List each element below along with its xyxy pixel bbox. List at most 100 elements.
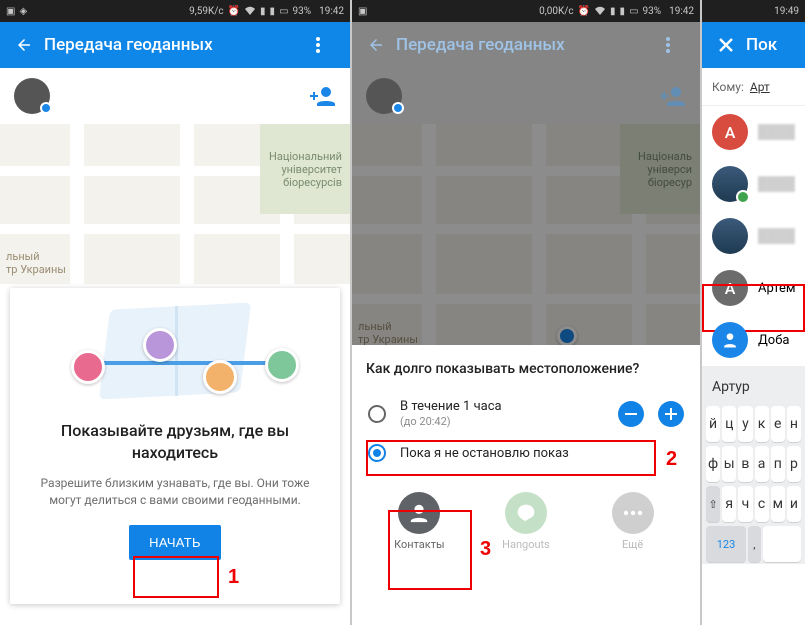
annotation-number: 2 xyxy=(666,448,677,471)
to-label: Кому: xyxy=(712,80,744,94)
screen-2: ▣ 0,00K/c ⏰ ▮ ▮ ▭ 93% 19:42 Передача гео… xyxy=(352,0,702,625)
status-time: 19:49 xyxy=(774,6,799,17)
keyboard-suggestion[interactable]: Артур xyxy=(702,370,805,404)
screen-1: ▣ ◈ 9,59K/c ⏰ ▮ ▮ ▭ 93% 19:42 Передача г… xyxy=(0,0,352,625)
notification-icon: ▣ xyxy=(358,6,367,17)
map[interactable]: Національ універси біоресур льный тр Укр… xyxy=(352,124,700,354)
battery-percent: 93% xyxy=(293,6,312,17)
signal-icon: ▮ xyxy=(260,6,266,17)
annotation-box xyxy=(133,556,219,598)
option-sublabel: (до 20:42) xyxy=(400,415,604,428)
signal-icon: ▮ xyxy=(270,6,276,17)
recipient-field[interactable]: Кому: Арт xyxy=(702,68,805,106)
add-contact-icon xyxy=(712,322,748,358)
decrease-button[interactable] xyxy=(618,401,644,427)
overflow-menu-icon[interactable] xyxy=(316,37,340,53)
key[interactable]: н xyxy=(787,406,801,442)
back-button[interactable] xyxy=(362,31,390,59)
key[interactable]: ч xyxy=(738,486,752,522)
app-bar: Пок xyxy=(702,22,805,68)
annotation-box xyxy=(366,440,656,476)
app-bar: Передача геоданных xyxy=(352,22,700,68)
battery-percent: 93% xyxy=(643,6,662,17)
key[interactable]: в xyxy=(738,446,752,482)
contact-item[interactable]: ████ xyxy=(702,158,805,210)
annotation-number: 1 xyxy=(228,566,239,589)
add-person-icon[interactable] xyxy=(310,86,336,106)
radio-unselected-icon[interactable] xyxy=(368,405,386,423)
status-time: 19:42 xyxy=(669,6,694,17)
share-label: Hangouts xyxy=(502,538,550,551)
network-speed: 9,59K/c xyxy=(189,6,223,17)
alarm-icon: ⏰ xyxy=(578,6,590,17)
key[interactable]: ф xyxy=(706,446,720,482)
battery-icon: ▭ xyxy=(629,6,638,17)
add-person-icon[interactable] xyxy=(660,86,686,106)
contact-avatar xyxy=(712,218,748,254)
back-button[interactable] xyxy=(10,31,38,59)
status-time: 19:42 xyxy=(319,6,344,17)
share-more[interactable]: Ещё xyxy=(593,492,673,551)
location-pin-icon xyxy=(557,326,577,346)
key[interactable]: е xyxy=(771,406,785,442)
page-title: Передача геоданных xyxy=(44,35,316,55)
map-label: Національний університет біоресурсів xyxy=(269,150,342,190)
signal-icon: ▮ xyxy=(610,6,616,17)
start-button[interactable]: НАЧАТЬ xyxy=(129,525,221,560)
sheet-title: Как долго показывать местоположение? xyxy=(366,361,686,377)
contact-name: ████ xyxy=(758,176,795,192)
contact-name: ████ xyxy=(758,228,795,244)
contact-item[interactable]: А ████ xyxy=(702,106,805,158)
share-label: Ещё xyxy=(622,538,643,551)
key[interactable]: я xyxy=(722,486,736,522)
user-avatar[interactable] xyxy=(14,78,50,114)
recipient-chip[interactable]: Арт xyxy=(750,80,770,94)
key[interactable]: ц xyxy=(722,406,736,442)
key[interactable]: а xyxy=(755,446,769,482)
page-title: Передача геоданных xyxy=(396,35,666,55)
shift-key[interactable]: ⇧ xyxy=(706,486,720,522)
option-one-hour[interactable]: В течение 1 часа (до 20:42) xyxy=(366,391,686,436)
numeric-key[interactable]: 123 xyxy=(706,526,746,562)
close-button[interactable] xyxy=(712,31,740,59)
key[interactable]: у xyxy=(738,406,752,442)
notification-icon: ▣ xyxy=(6,6,15,17)
comma-key[interactable]: , xyxy=(748,526,761,562)
key[interactable]: й xyxy=(706,406,720,442)
key[interactable]: м xyxy=(771,486,785,522)
annotation-box xyxy=(702,284,805,332)
contact-name: Доба xyxy=(758,333,795,348)
annotation-number: 3 xyxy=(480,538,491,561)
increase-button[interactable] xyxy=(658,401,684,427)
keyboard[interactable]: Артур й ц у к е н ф ы в а п р ⇧ я ч с xyxy=(702,366,805,564)
key[interactable]: с xyxy=(755,486,769,522)
contact-avatar: А xyxy=(712,114,748,150)
network-speed: 0,00K/c xyxy=(539,6,573,17)
illustration xyxy=(65,306,285,406)
app-bar: Передача геоданных xyxy=(0,22,350,68)
map-label: льный тр Украины xyxy=(6,250,66,276)
card-title: Показывайте друзьям, где вы находитесь xyxy=(28,420,322,463)
overflow-menu-icon[interactable] xyxy=(666,37,690,53)
maps-badge-icon xyxy=(736,190,750,204)
map[interactable]: Національний університет біоресурсів льн… xyxy=(0,124,350,284)
contact-avatar xyxy=(712,166,748,202)
map-label: Національ універси біоресур xyxy=(638,150,692,190)
map-label: льный тр Украины xyxy=(358,320,418,346)
user-avatar[interactable] xyxy=(366,78,402,114)
key[interactable]: п xyxy=(771,446,785,482)
space-key[interactable] xyxy=(763,526,801,562)
key[interactable]: ы xyxy=(722,446,736,482)
share-hangouts[interactable]: Hangouts xyxy=(486,492,566,551)
key[interactable]: и xyxy=(787,486,801,522)
status-bar: 19:49 xyxy=(702,0,805,22)
key[interactable]: к xyxy=(755,406,769,442)
option-label: В течение 1 часа xyxy=(400,399,604,414)
signal-icon: ▮ xyxy=(620,6,626,17)
annotation-box xyxy=(388,510,472,590)
contact-item[interactable]: ████ xyxy=(702,210,805,262)
wifi-icon xyxy=(594,6,606,16)
contact-name: ████ xyxy=(758,124,795,140)
key[interactable]: р xyxy=(787,446,801,482)
avatar-row xyxy=(0,68,350,124)
